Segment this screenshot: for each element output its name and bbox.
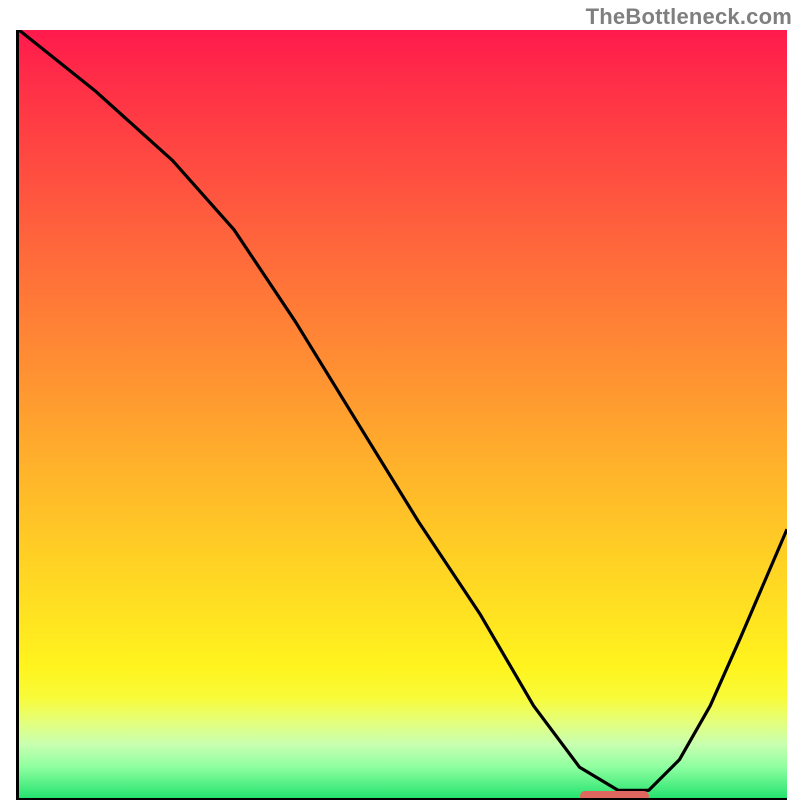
watermark-label: TheBottleneck.com bbox=[586, 4, 792, 30]
optimum-marker bbox=[580, 791, 649, 800]
bottleneck-curve bbox=[19, 30, 787, 798]
plot-area bbox=[16, 30, 787, 800]
chart-stage: TheBottleneck.com bbox=[0, 0, 800, 800]
